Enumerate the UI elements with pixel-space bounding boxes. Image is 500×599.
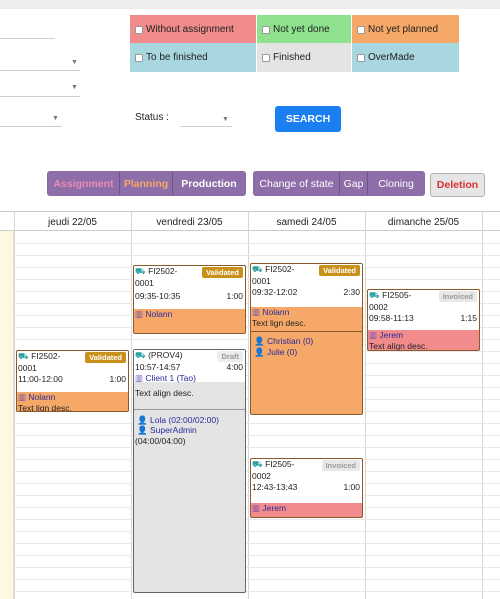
grid-line	[14, 519, 500, 520]
column-divider	[14, 211, 15, 599]
building-icon: ▥	[135, 372, 144, 383]
checkbox[interactable]	[262, 25, 270, 34]
grid-line	[14, 423, 500, 424]
column-divider	[365, 211, 366, 599]
truck-icon: ⛟	[252, 459, 263, 469]
event-card[interactable]: ⛟ (PROV4) Draft 10:57-14:57 4:00 ▥ Client …	[133, 349, 246, 593]
tab-production[interactable]: Production	[173, 172, 245, 195]
grid-line	[14, 435, 500, 436]
legend-overmade[interactable]: OverMade	[352, 43, 459, 72]
legend-not-yet-done[interactable]: Not yet done	[257, 15, 351, 44]
grid-line	[14, 591, 500, 592]
filter-select-1[interactable]	[0, 70, 80, 71]
event-card[interactable]: ⛟ FI2502- Validated 0001 09:35-10:35 1:00 …	[133, 265, 246, 334]
grid-line	[14, 567, 500, 568]
grid-line	[14, 555, 500, 556]
cloning-button[interactable]: Cloning	[368, 172, 424, 195]
truck-icon: ⛟	[18, 351, 29, 361]
checkbox[interactable]	[135, 25, 143, 34]
column-divider	[482, 211, 483, 599]
filter-select-2[interactable]	[0, 96, 80, 97]
status-badge: Invoiced	[438, 291, 477, 302]
time-gutter	[0, 231, 14, 599]
building-icon: ▥	[135, 309, 144, 319]
legend-not-yet-planned[interactable]: Not yet planned	[352, 15, 459, 44]
building-icon: ▥	[252, 503, 261, 513]
legend-finished[interactable]: Finished	[257, 43, 351, 72]
filter-field-1[interactable]	[0, 38, 55, 39]
tab-assignment[interactable]: Assignment	[48, 172, 120, 195]
calendar-header: jeudi 22/05 vendredi 23/05 samedi 24/05 …	[0, 211, 500, 231]
grid-line	[14, 543, 500, 544]
status-badge: Draft	[217, 351, 243, 362]
column-divider	[248, 211, 249, 599]
checkbox[interactable]	[357, 53, 365, 62]
calendar-week-view: jeudi 22/05 vendredi 23/05 samedi 24/05 …	[0, 211, 500, 599]
grid-line	[14, 447, 500, 448]
truck-icon: ⛟	[369, 290, 380, 300]
grid-line	[14, 531, 500, 532]
column-divider	[131, 211, 132, 599]
event-card[interactable]: ⛟ FI2502- Validated 0001 11:00-12:00 1:00 …	[16, 350, 129, 412]
status-badge: Validated	[319, 265, 360, 276]
gap-button[interactable]: Gap	[340, 172, 368, 195]
user-icon: 👤	[254, 336, 265, 346]
user-icon: 👤	[254, 346, 265, 357]
status-badge: Invoiced	[321, 460, 360, 471]
checkbox[interactable]	[262, 53, 270, 62]
status-badge: Validated	[202, 267, 243, 278]
deletion-button[interactable]: Deletion	[430, 173, 485, 197]
tab-planning[interactable]: Planning	[120, 172, 173, 195]
chevron-down-icon: ▼	[52, 115, 59, 122]
chevron-down-icon: ▼	[222, 116, 229, 123]
user-icon: 👤	[137, 425, 148, 435]
event-card[interactable]: ⛟ FI2502- Validated 0001 09:32-12:02 2:30 …	[250, 263, 363, 415]
search-button[interactable]: SEARCH	[275, 106, 341, 132]
grid-line	[14, 255, 500, 256]
action-tabs: Change of state Gap Cloning	[253, 171, 425, 196]
day-header[interactable]: samedi 24/05	[248, 212, 365, 232]
status-label: Status :	[135, 112, 169, 123]
status-select[interactable]	[180, 126, 232, 127]
event-card[interactable]: ⛟ FI2505- Invoiced 0002 12:43-13:43 1:00 ▥…	[250, 458, 363, 518]
top-bar	[0, 0, 500, 9]
legend-to-be-finished[interactable]: To be finished	[130, 43, 256, 72]
user-icon: 👤	[137, 414, 148, 425]
truck-icon: ⛟	[135, 266, 146, 276]
building-icon: ▥	[369, 330, 378, 340]
truck-icon: ⛟	[252, 264, 263, 274]
chevron-down-icon: ▼	[71, 84, 78, 91]
building-icon: ▥	[252, 307, 261, 317]
status-badge: Validated	[85, 352, 126, 363]
legend-without-assignment[interactable]: Without assignment	[130, 15, 256, 44]
checkbox[interactable]	[357, 25, 365, 34]
checkbox[interactable]	[135, 53, 143, 62]
grid-line	[14, 579, 500, 580]
filter-select-3[interactable]	[0, 126, 62, 127]
day-header[interactable]: jeudi 22/05	[14, 212, 131, 232]
day-header[interactable]: vendredi 23/05	[131, 212, 248, 232]
view-tabs: Assignment Planning Production	[47, 171, 246, 196]
day-header[interactable]: dimanche 25/05	[365, 212, 482, 232]
truck-icon: ⛟	[135, 350, 146, 360]
building-icon: ▥	[18, 392, 27, 402]
grid-line	[14, 243, 500, 244]
event-card[interactable]: ⛟ FI2505- Invoiced 0002 09:58-11:13 1:15 ▥…	[367, 289, 480, 351]
chevron-down-icon: ▼	[71, 59, 78, 66]
change-of-state-button[interactable]: Change of state	[254, 172, 340, 195]
